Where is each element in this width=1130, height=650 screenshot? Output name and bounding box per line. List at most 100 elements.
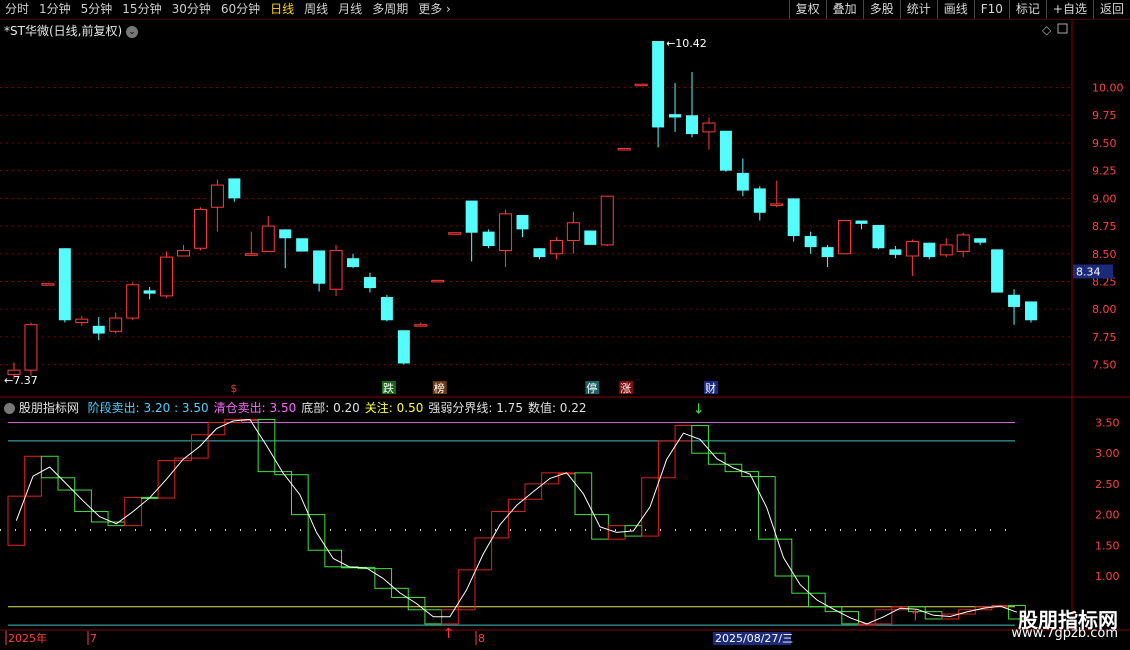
tab-period-7[interactable]: 周线: [299, 0, 333, 19]
signal-arrow-2: ↑: [910, 609, 922, 625]
price-tick-label: 7.75: [1092, 331, 1117, 344]
indicator-tick-label: 1.00: [1095, 570, 1120, 583]
diamond-icon[interactable]: ◇: [1042, 23, 1052, 37]
indicator-name: 股朋指标网: [18, 401, 79, 415]
candle-54: [923, 242, 936, 260]
chevron-down-icon[interactable]: ⌄: [125, 25, 138, 38]
price-tick-label: 9.50: [1092, 137, 1117, 150]
candle-42: [719, 130, 732, 172]
price-tick-label: 7.50: [1092, 359, 1117, 372]
indicator-tick-label: 1.50: [1095, 539, 1120, 552]
candle-50: [855, 220, 868, 230]
signal-arrow-0: ↑: [443, 626, 455, 642]
indicator-smooth-line: [15, 418, 1018, 625]
tab-period-4[interactable]: 30分钟: [167, 0, 216, 19]
toolbar-button-0[interactable]: 复权: [788, 0, 826, 19]
candle-21: [363, 272, 376, 293]
tab-period-10[interactable]: 更多 ›: [413, 0, 456, 19]
candle-28: [482, 229, 495, 249]
candlestick-series: [7, 41, 1037, 379]
indicator-value-4: 强弱分界线: 1.75: [428, 401, 523, 415]
candle-32: [549, 237, 563, 260]
tab-period-0[interactable]: 分时: [0, 0, 34, 19]
candle-38: [652, 41, 665, 148]
candle-35: [600, 195, 614, 247]
tab-period-8[interactable]: 月线: [333, 0, 367, 19]
indicator-header: 股朋指标网 阶段卖出: 3.20 : 3.50 清仓卖出: 3.50 底部: 0.2…: [4, 399, 587, 416]
candle-45: [770, 180, 784, 208]
stock-title: *ST华微(日线,前复权): [4, 24, 123, 38]
indicator-tick-label: 3.50: [1095, 417, 1120, 430]
price-tick-label: 8.50: [1092, 248, 1117, 261]
tab-period-6[interactable]: 日线: [265, 0, 299, 19]
indicator-reference-lines: [0, 422, 1015, 626]
candle-44: [753, 186, 766, 221]
candle-46: [787, 198, 800, 242]
maximize-icon[interactable]: [1057, 23, 1068, 34]
candle-7: [126, 282, 140, 321]
candle-6: [109, 312, 123, 334]
candle-10: [177, 244, 190, 257]
toolbar-button-4[interactable]: 画线: [936, 0, 974, 19]
candle-23: [397, 330, 410, 365]
candle-37: [634, 83, 648, 87]
event-marker-5[interactable]: 财: [705, 381, 716, 395]
indicator-tick-label: 2.00: [1095, 509, 1120, 522]
event-marker-3[interactable]: 停: [586, 381, 597, 395]
toolbar-button-3[interactable]: 统计: [899, 0, 937, 19]
price-tick-label: 9.00: [1092, 192, 1117, 205]
candle-52: [889, 246, 902, 259]
tab-period-2[interactable]: 5分钟: [76, 0, 118, 19]
current-price-label: 8.34: [1076, 266, 1101, 279]
candle-33: [566, 211, 580, 254]
indicator-tick-label: 3.00: [1095, 447, 1120, 460]
tab-period-5[interactable]: 60分钟: [216, 0, 265, 19]
watermark-url: www.7gpzb.com: [1011, 626, 1118, 641]
toolbar-button-1[interactable]: 叠加: [825, 0, 863, 19]
tab-period-9[interactable]: 多周期: [367, 0, 413, 19]
candle-27: [465, 200, 478, 262]
candle-43: [736, 158, 749, 197]
candle-4: [75, 315, 89, 326]
low-price-label: ←7.37: [4, 374, 38, 387]
candle-24: [414, 322, 428, 327]
candle-26: [448, 232, 462, 235]
indicator-value-1: 清仓卖出: 3.50: [213, 401, 297, 415]
indicator-toggle-icon[interactable]: [4, 403, 15, 414]
event-marker-2[interactable]: 榜: [434, 381, 445, 395]
candle-34: [584, 230, 597, 245]
toolbar-button-6[interactable]: 标记: [1008, 0, 1046, 19]
high-price-label: ←10.42: [666, 37, 707, 50]
candle-19: [329, 244, 343, 296]
candle-40: [686, 72, 698, 138]
candle-18: [313, 250, 326, 292]
candle-31: [533, 248, 546, 260]
toolbar-button-7[interactable]: +自选: [1045, 0, 1093, 19]
event-marker-0[interactable]: $: [230, 382, 237, 395]
event-marker-4[interactable]: 涨: [620, 382, 631, 395]
price-tick-label: 9.25: [1092, 165, 1117, 178]
price-tick-label: 10.00: [1092, 82, 1124, 95]
indicator-series: ↑ ↓ ↑: [7, 402, 1026, 642]
tab-period-3[interactable]: 15分钟: [117, 0, 166, 19]
candle-60: [1025, 301, 1037, 323]
main-chart-title[interactable]: *ST华微(日线,前复权) ⌄: [4, 22, 138, 39]
candle-57: [974, 238, 987, 245]
indicator-tick-label: 2.50: [1095, 478, 1120, 491]
toolbar-button-8[interactable]: 返回: [1092, 0, 1130, 19]
chart-canvas[interactable]: ↑↓↑ 10.009.759.509.259.008.758.508.258.0…: [0, 0, 1130, 650]
toolbar-button-5[interactable]: F10: [973, 0, 1009, 19]
candle-14: [244, 231, 258, 256]
toolbar-button-2[interactable]: 多股: [862, 0, 900, 19]
period-tabs: 分时 1分钟 5分钟 15分钟 30分钟 60分钟 日线 周线 月线 多周期 更多 ›: [0, 0, 456, 19]
candle-51: [872, 224, 885, 250]
tab-period-1[interactable]: 1分钟: [34, 0, 76, 19]
candle-2: [41, 283, 55, 286]
event-marker-1[interactable]: 跌: [383, 381, 394, 395]
candle-13: [228, 178, 241, 202]
candle-3: [58, 248, 71, 323]
indicator-values: 阶段卖出: 3.20 : 3.50 清仓卖出: 3.50 底部: 0.20 关注: 0…: [83, 401, 587, 415]
candle-53: [905, 239, 919, 276]
candle-1: [24, 322, 38, 376]
candle-48: [821, 244, 834, 268]
